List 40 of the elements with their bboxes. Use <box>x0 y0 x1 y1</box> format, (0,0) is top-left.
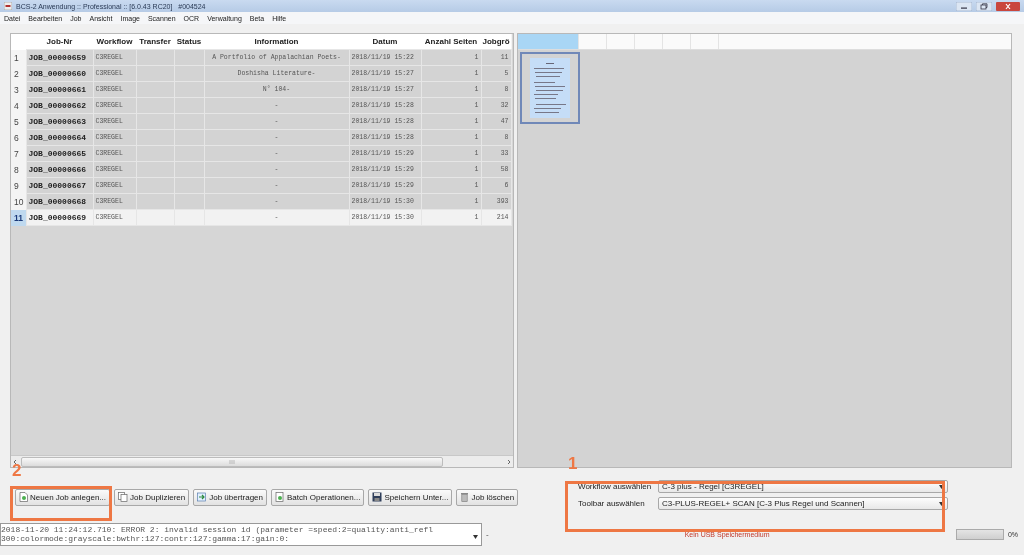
grip-icon <box>229 459 235 464</box>
toolbar-button[interactable]: Job übertragen <box>193 488 268 506</box>
column-header[interactable]: Job-Nr <box>26 34 93 50</box>
column-header[interactable]: Datum <box>349 34 421 50</box>
column-header[interactable]: Jobgrö <box>481 34 511 50</box>
table-cell: JOB_00000659 <box>26 49 93 66</box>
page-thumbnail[interactable] <box>520 52 580 124</box>
dropdown-arrow-icon <box>473 535 478 539</box>
log-dropdown[interactable]: 2018-11-20 11:24:12.710: ERROR 2: invalid session id (parameter =speed:2=quality:anti_refl 300:colormode:grayscale:bwthr:127:contr:127:gamma:17:gain:0: <box>0 522 482 546</box>
scroll-left-icon[interactable] <box>11 457 19 466</box>
column-header[interactable]: Information <box>204 34 349 50</box>
restore-icon[interactable] <box>976 1 992 11</box>
dropdown-field[interactable]: C3-PLUS-REGEL+ SCAN [C-3 Plus Regel und Scannen] <box>658 497 948 510</box>
column-header[interactable]: Anzahl Seiten <box>421 34 481 50</box>
minimize-icon[interactable] <box>956 1 972 11</box>
documents-icon <box>275 492 286 502</box>
toolbar-button[interactable]: Job löschen <box>456 488 519 506</box>
field-label: Workflow auswählen <box>578 482 653 491</box>
table-cell <box>174 49 204 66</box>
column-header[interactable]: Transfer <box>136 34 174 50</box>
new-document-icon <box>19 492 28 502</box>
scroll-right-icon[interactable] <box>505 457 513 466</box>
annotation-number: 1 <box>568 455 578 472</box>
column-header[interactable]: Status <box>174 34 204 50</box>
copy-icon <box>118 492 129 502</box>
arrow-document-icon <box>197 492 208 502</box>
annotation-number: 2 <box>12 462 22 479</box>
separator-text: - <box>486 529 489 539</box>
table-cell <box>136 49 174 66</box>
close-icon[interactable] <box>996 1 1020 11</box>
column-header[interactable]: Workflow <box>93 34 136 50</box>
dropdown-arrow-icon <box>939 484 944 489</box>
document-page-drawing <box>530 58 570 118</box>
field-label: Toolbar auswählen <box>578 499 646 508</box>
toolbar-button[interactable]: Batch Operationen... <box>271 488 365 506</box>
app-icon <box>4 2 12 10</box>
toolbar-button[interactable]: Speichern Unter... <box>368 488 453 506</box>
trash-icon <box>460 492 470 502</box>
toolbar-button[interactable]: Job Duplizieren <box>114 488 190 506</box>
dropdown-arrow-icon <box>939 501 944 506</box>
